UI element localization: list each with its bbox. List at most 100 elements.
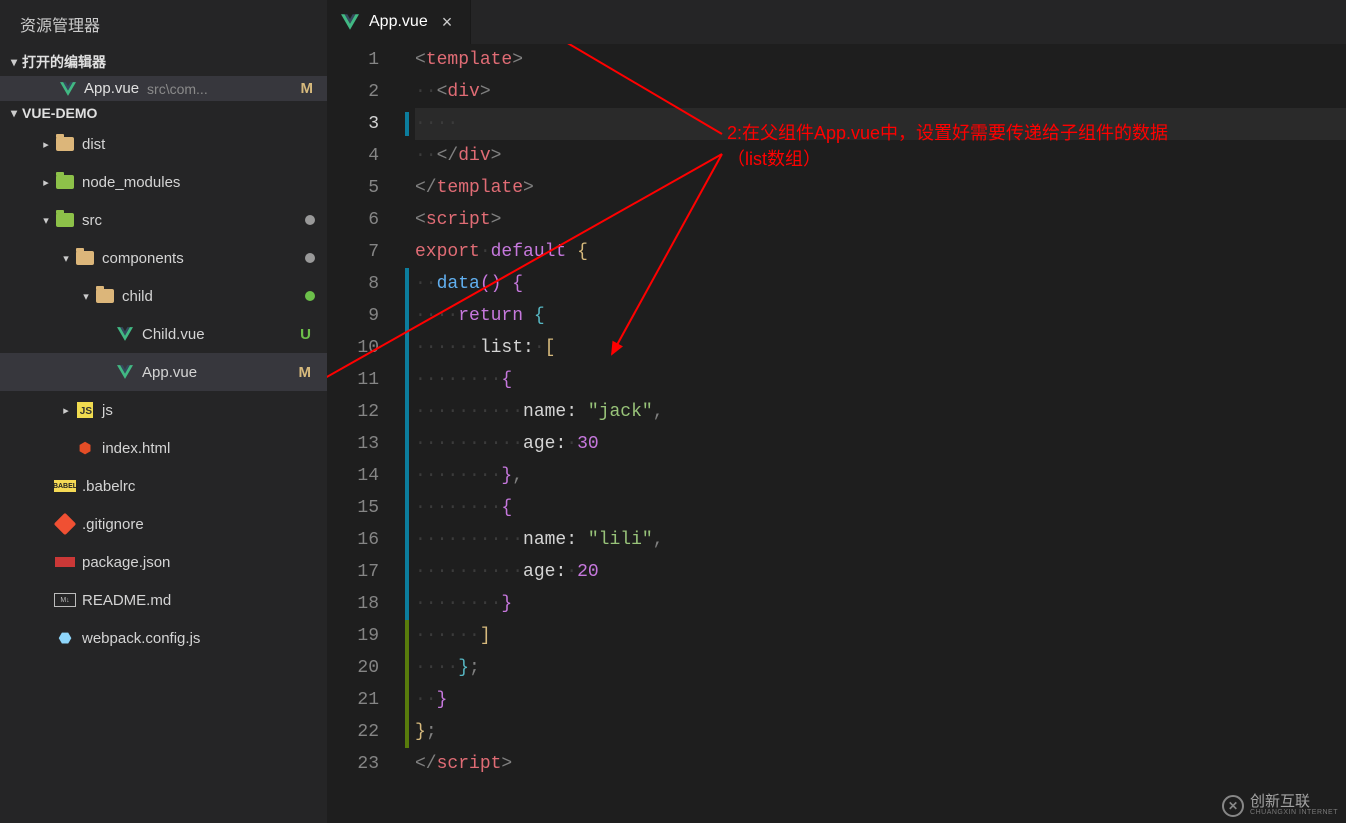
code-line[interactable]: ··········name: "lili", bbox=[415, 524, 1346, 556]
open-editor-item[interactable]: App.vue src\com... M bbox=[0, 76, 327, 101]
code-line[interactable]: ··········age:·20 bbox=[415, 556, 1346, 588]
line-number: 5 bbox=[327, 172, 379, 204]
file-indexhtml[interactable]: ⬢ index.html bbox=[0, 429, 327, 467]
code-line[interactable]: ········} bbox=[415, 588, 1346, 620]
watermark-brand: 创新互联 bbox=[1250, 795, 1338, 809]
line-number: 11 bbox=[327, 364, 379, 396]
file-appvue[interactable]: App.vueM bbox=[0, 353, 327, 391]
line-number: 7 bbox=[327, 236, 379, 268]
line-number: 4 bbox=[327, 140, 379, 172]
folder-node_modules[interactable]: ▸node_modules bbox=[0, 163, 327, 201]
js-icon: JS bbox=[74, 402, 96, 418]
chevron-down-icon: ▾ bbox=[78, 290, 94, 303]
folder-js[interactable]: ▸JS js bbox=[0, 391, 327, 429]
code-line[interactable]: ········{ bbox=[415, 364, 1346, 396]
folder-icon bbox=[74, 251, 96, 265]
code-line[interactable]: </script> bbox=[415, 748, 1346, 780]
explorer-title: 资源管理器 bbox=[0, 0, 327, 48]
chevron-right-icon: ▸ bbox=[58, 404, 74, 417]
editor-tab-label: App.vue bbox=[369, 13, 428, 31]
folder-components[interactable]: ▾ components bbox=[0, 239, 327, 277]
close-icon[interactable]: × bbox=[438, 12, 457, 33]
status-dot bbox=[305, 291, 315, 301]
status-dot bbox=[305, 215, 315, 225]
line-number: 9 bbox=[327, 300, 379, 332]
code-line[interactable]: ··········name: "jack", bbox=[415, 396, 1346, 428]
code-line[interactable]: <script> bbox=[415, 204, 1346, 236]
watermark-sub: CHUANGXIN INTERNET bbox=[1250, 809, 1338, 817]
open-editor-filename: App.vue bbox=[84, 80, 139, 97]
code-line[interactable]: <template> bbox=[415, 44, 1346, 76]
line-number: 14 bbox=[327, 460, 379, 492]
watermark-logo-icon: ✕ bbox=[1222, 795, 1244, 817]
editor-area: App.vue × 123456789101112131415161718192… bbox=[327, 0, 1346, 823]
code-line[interactable]: ······] bbox=[415, 620, 1346, 652]
diff-marker bbox=[405, 112, 409, 136]
code-line[interactable]: ········{ bbox=[415, 492, 1346, 524]
webpack-icon: ⬣ bbox=[54, 629, 76, 647]
npm-icon bbox=[54, 557, 76, 567]
folder-src[interactable]: ▾src bbox=[0, 201, 327, 239]
chevron-down-icon: ▾ bbox=[6, 55, 22, 69]
chevron-down-icon: ▾ bbox=[58, 252, 74, 265]
chevron-down-icon: ▾ bbox=[38, 214, 54, 227]
chevron-right-icon: ▸ bbox=[38, 138, 54, 151]
code-line[interactable]: ··········age:·30 bbox=[415, 428, 1346, 460]
tree-label: package.json bbox=[82, 554, 315, 571]
code-line[interactable]: export·default { bbox=[415, 236, 1346, 268]
code-line[interactable]: ··} bbox=[415, 684, 1346, 716]
folder-dist[interactable]: ▸dist bbox=[0, 125, 327, 163]
tree-label: webpack.config.js bbox=[82, 630, 315, 647]
file-package[interactable]: package.json bbox=[0, 543, 327, 581]
line-number: 21 bbox=[327, 684, 379, 716]
tree-label: child bbox=[122, 288, 305, 305]
file-childvue[interactable]: Child.vueU bbox=[0, 315, 327, 353]
project-header[interactable]: ▾ VUE-DEMO bbox=[0, 101, 327, 125]
line-number-gutter: 1234567891011121314151617181920212223 bbox=[327, 44, 407, 823]
file-tree: ▸dist▸node_modules▾src▾components▾childC… bbox=[0, 125, 327, 657]
open-editors-header[interactable]: ▾ 打开的编辑器 bbox=[0, 48, 327, 76]
modified-badge: M bbox=[301, 80, 314, 97]
line-number: 16 bbox=[327, 524, 379, 556]
code-line[interactable]: ··<div> bbox=[415, 76, 1346, 108]
file-readme[interactable]: M↓README.md bbox=[0, 581, 327, 619]
file-webpack[interactable]: ⬣ webpack.config.js bbox=[0, 619, 327, 657]
folder-green-icon bbox=[54, 175, 76, 189]
line-number: 15 bbox=[327, 492, 379, 524]
project-name: VUE-DEMO bbox=[22, 105, 97, 121]
line-number: 13 bbox=[327, 428, 379, 460]
code-line[interactable]: </template> bbox=[415, 172, 1346, 204]
code-line[interactable]: ··data() { bbox=[415, 268, 1346, 300]
line-number: 17 bbox=[327, 556, 379, 588]
code-line[interactable]: ····}; bbox=[415, 652, 1346, 684]
code-line[interactable]: ···· bbox=[415, 108, 1346, 140]
folder-green-icon bbox=[54, 213, 76, 227]
file-gitignore[interactable]: .gitignore bbox=[0, 505, 327, 543]
line-number: 2 bbox=[327, 76, 379, 108]
folder-icon bbox=[94, 289, 116, 303]
tree-label: index.html bbox=[102, 440, 315, 457]
file-babelrc[interactable]: BABEL.babelrc bbox=[0, 467, 327, 505]
code-line[interactable]: ······list:·[ bbox=[415, 332, 1346, 364]
code-line[interactable]: ····return { bbox=[415, 300, 1346, 332]
chevron-down-icon: ▾ bbox=[6, 106, 22, 120]
editor-tab-appvue[interactable]: App.vue × bbox=[327, 0, 471, 44]
tree-label: README.md bbox=[82, 592, 315, 609]
git-status-letter: U bbox=[300, 326, 311, 343]
folder-icon bbox=[54, 137, 76, 151]
code-line[interactable]: }; bbox=[415, 716, 1346, 748]
tree-label: App.vue bbox=[142, 364, 299, 381]
line-number: 3 bbox=[327, 108, 379, 140]
tree-label: Child.vue bbox=[142, 326, 300, 343]
code-line[interactable]: ········}, bbox=[415, 460, 1346, 492]
tree-label: components bbox=[102, 250, 305, 267]
folder-child[interactable]: ▾ child bbox=[0, 277, 327, 315]
code-content[interactable]: <template>··<div>······</div></template>… bbox=[407, 44, 1346, 823]
tree-label: js bbox=[102, 402, 315, 419]
html5-icon: ⬢ bbox=[74, 439, 96, 457]
code-line[interactable]: ··</div> bbox=[415, 140, 1346, 172]
line-number: 6 bbox=[327, 204, 379, 236]
diff-marker bbox=[405, 620, 409, 748]
code-editor[interactable]: 1234567891011121314151617181920212223 <t… bbox=[327, 44, 1346, 823]
chevron-right-icon: ▸ bbox=[38, 176, 54, 189]
